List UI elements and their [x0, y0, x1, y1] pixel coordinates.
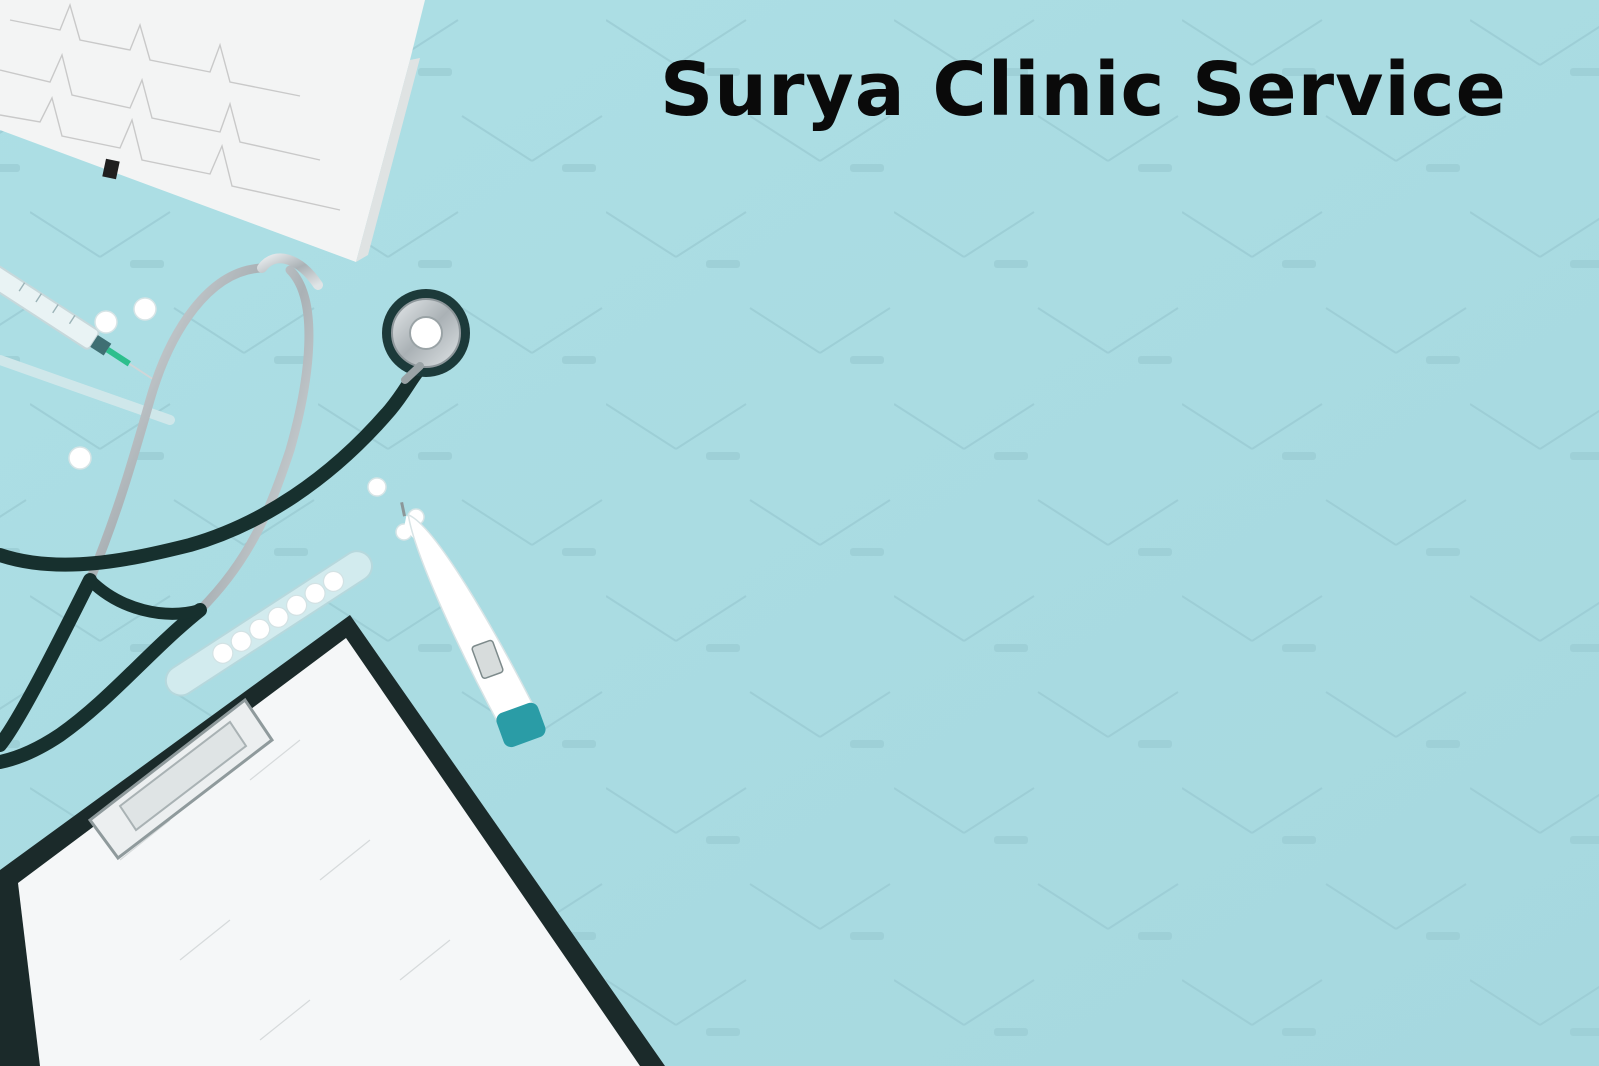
- medical-illustration: [0, 0, 1599, 1066]
- page-title: Surya Clinic Service: [660, 47, 1507, 133]
- medical-scene: Surya Clinic Service: [0, 0, 1599, 1066]
